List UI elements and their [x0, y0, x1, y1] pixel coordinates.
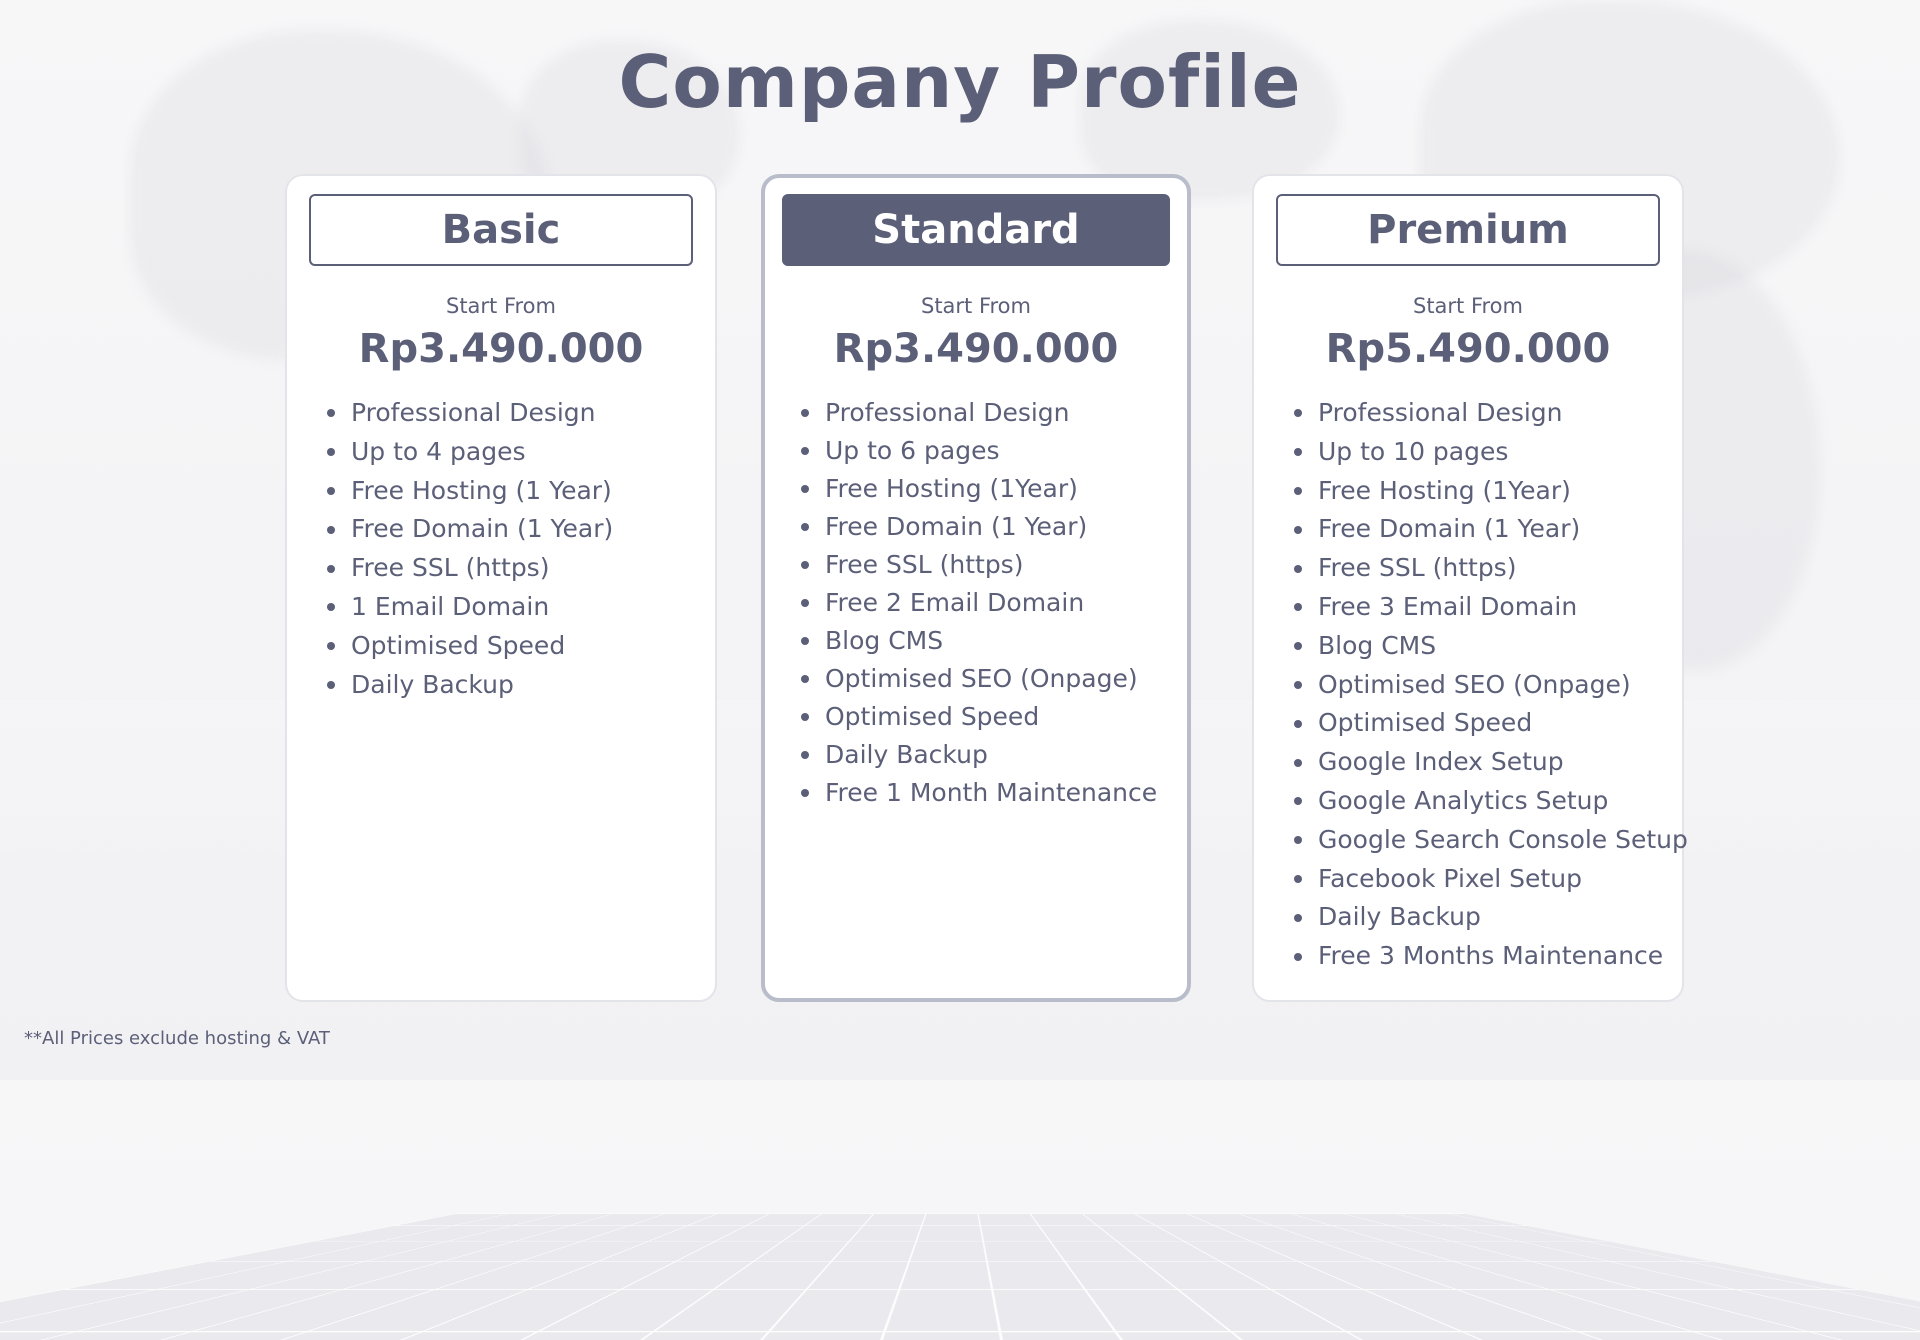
plan-start-label: Start From: [920, 294, 1031, 318]
feature-item: Daily Backup: [1294, 898, 1688, 937]
feature-item: Google Index Setup: [1294, 743, 1688, 782]
feature-item: Up to 4 pages: [327, 433, 613, 472]
feature-item: Daily Backup: [327, 666, 613, 705]
plan-start-label: Start From: [1412, 294, 1523, 318]
feature-item: Free Hosting (1Year): [1294, 472, 1688, 511]
feature-item: Free 1 Month Maintenance: [801, 774, 1157, 812]
feature-item: Professional Design: [1294, 394, 1688, 433]
feature-item: Free Domain (1 Year): [801, 508, 1157, 546]
feature-item: Optimised SEO (Onpage): [1294, 666, 1688, 705]
feature-item: Blog CMS: [801, 622, 1157, 660]
plan-price: Rp5.490.000: [1325, 326, 1611, 372]
feature-item: Free SSL (https): [327, 549, 613, 588]
feature-item: Professional Design: [801, 394, 1157, 432]
feature-item: Optimised Speed: [801, 698, 1157, 736]
feature-item: Up to 10 pages: [1294, 433, 1688, 472]
feature-item: Optimised Speed: [327, 627, 613, 666]
footnote: **All Prices exclude hosting & VAT: [24, 1028, 330, 1049]
plan-price: Rp3.490.000: [833, 326, 1119, 372]
feature-item: Free SSL (https): [801, 546, 1157, 584]
feature-list: Professional Design Up to 10 pages Free …: [1294, 394, 1688, 976]
feature-item: 1 Email Domain: [327, 588, 613, 627]
feature-item: Optimised SEO (Onpage): [801, 660, 1157, 698]
plan-header-standard: Standard: [782, 194, 1170, 266]
feature-item: Optimised Speed: [1294, 704, 1688, 743]
feature-item: Free 3 Months Maintenance: [1294, 937, 1688, 976]
page-title: Company Profile: [618, 40, 1302, 124]
background-grid-floor: [0, 1213, 1920, 1340]
feature-item: Google Search Console Setup: [1294, 821, 1688, 860]
feature-item: Professional Design: [327, 394, 613, 433]
feature-list: Professional Design Up to 6 pages Free H…: [801, 394, 1157, 812]
feature-list: Professional Design Up to 4 pages Free H…: [327, 394, 613, 704]
plan-card-premium[interactable]: Premium Start From Rp5.490.000 Professio…: [1252, 174, 1688, 1002]
feature-item: Free Hosting (1 Year): [327, 472, 613, 511]
feature-item: Free Hosting (1Year): [801, 470, 1157, 508]
plan-header-premium: Premium: [1276, 194, 1660, 266]
feature-item: Free SSL (https): [1294, 549, 1688, 588]
plan-card-standard[interactable]: Standard Start From Rp3.490.000 Professi…: [761, 174, 1191, 1002]
feature-item: Google Analytics Setup: [1294, 782, 1688, 821]
feature-item: Blog CMS: [1294, 627, 1688, 666]
feature-item: Free Domain (1 Year): [327, 510, 613, 549]
feature-item: Free 2 Email Domain: [801, 584, 1157, 622]
plan-card-basic[interactable]: Basic Start From Rp3.490.000 Professiona…: [285, 174, 717, 1002]
feature-item: Up to 6 pages: [801, 432, 1157, 470]
feature-item: Free Domain (1 Year): [1294, 510, 1688, 549]
feature-item: Daily Backup: [801, 736, 1157, 774]
feature-item: Facebook Pixel Setup: [1294, 860, 1688, 899]
plan-header-basic: Basic: [309, 194, 693, 266]
plan-price: Rp3.490.000: [358, 326, 644, 372]
plan-start-label: Start From: [445, 294, 556, 318]
feature-item: Free 3 Email Domain: [1294, 588, 1688, 627]
